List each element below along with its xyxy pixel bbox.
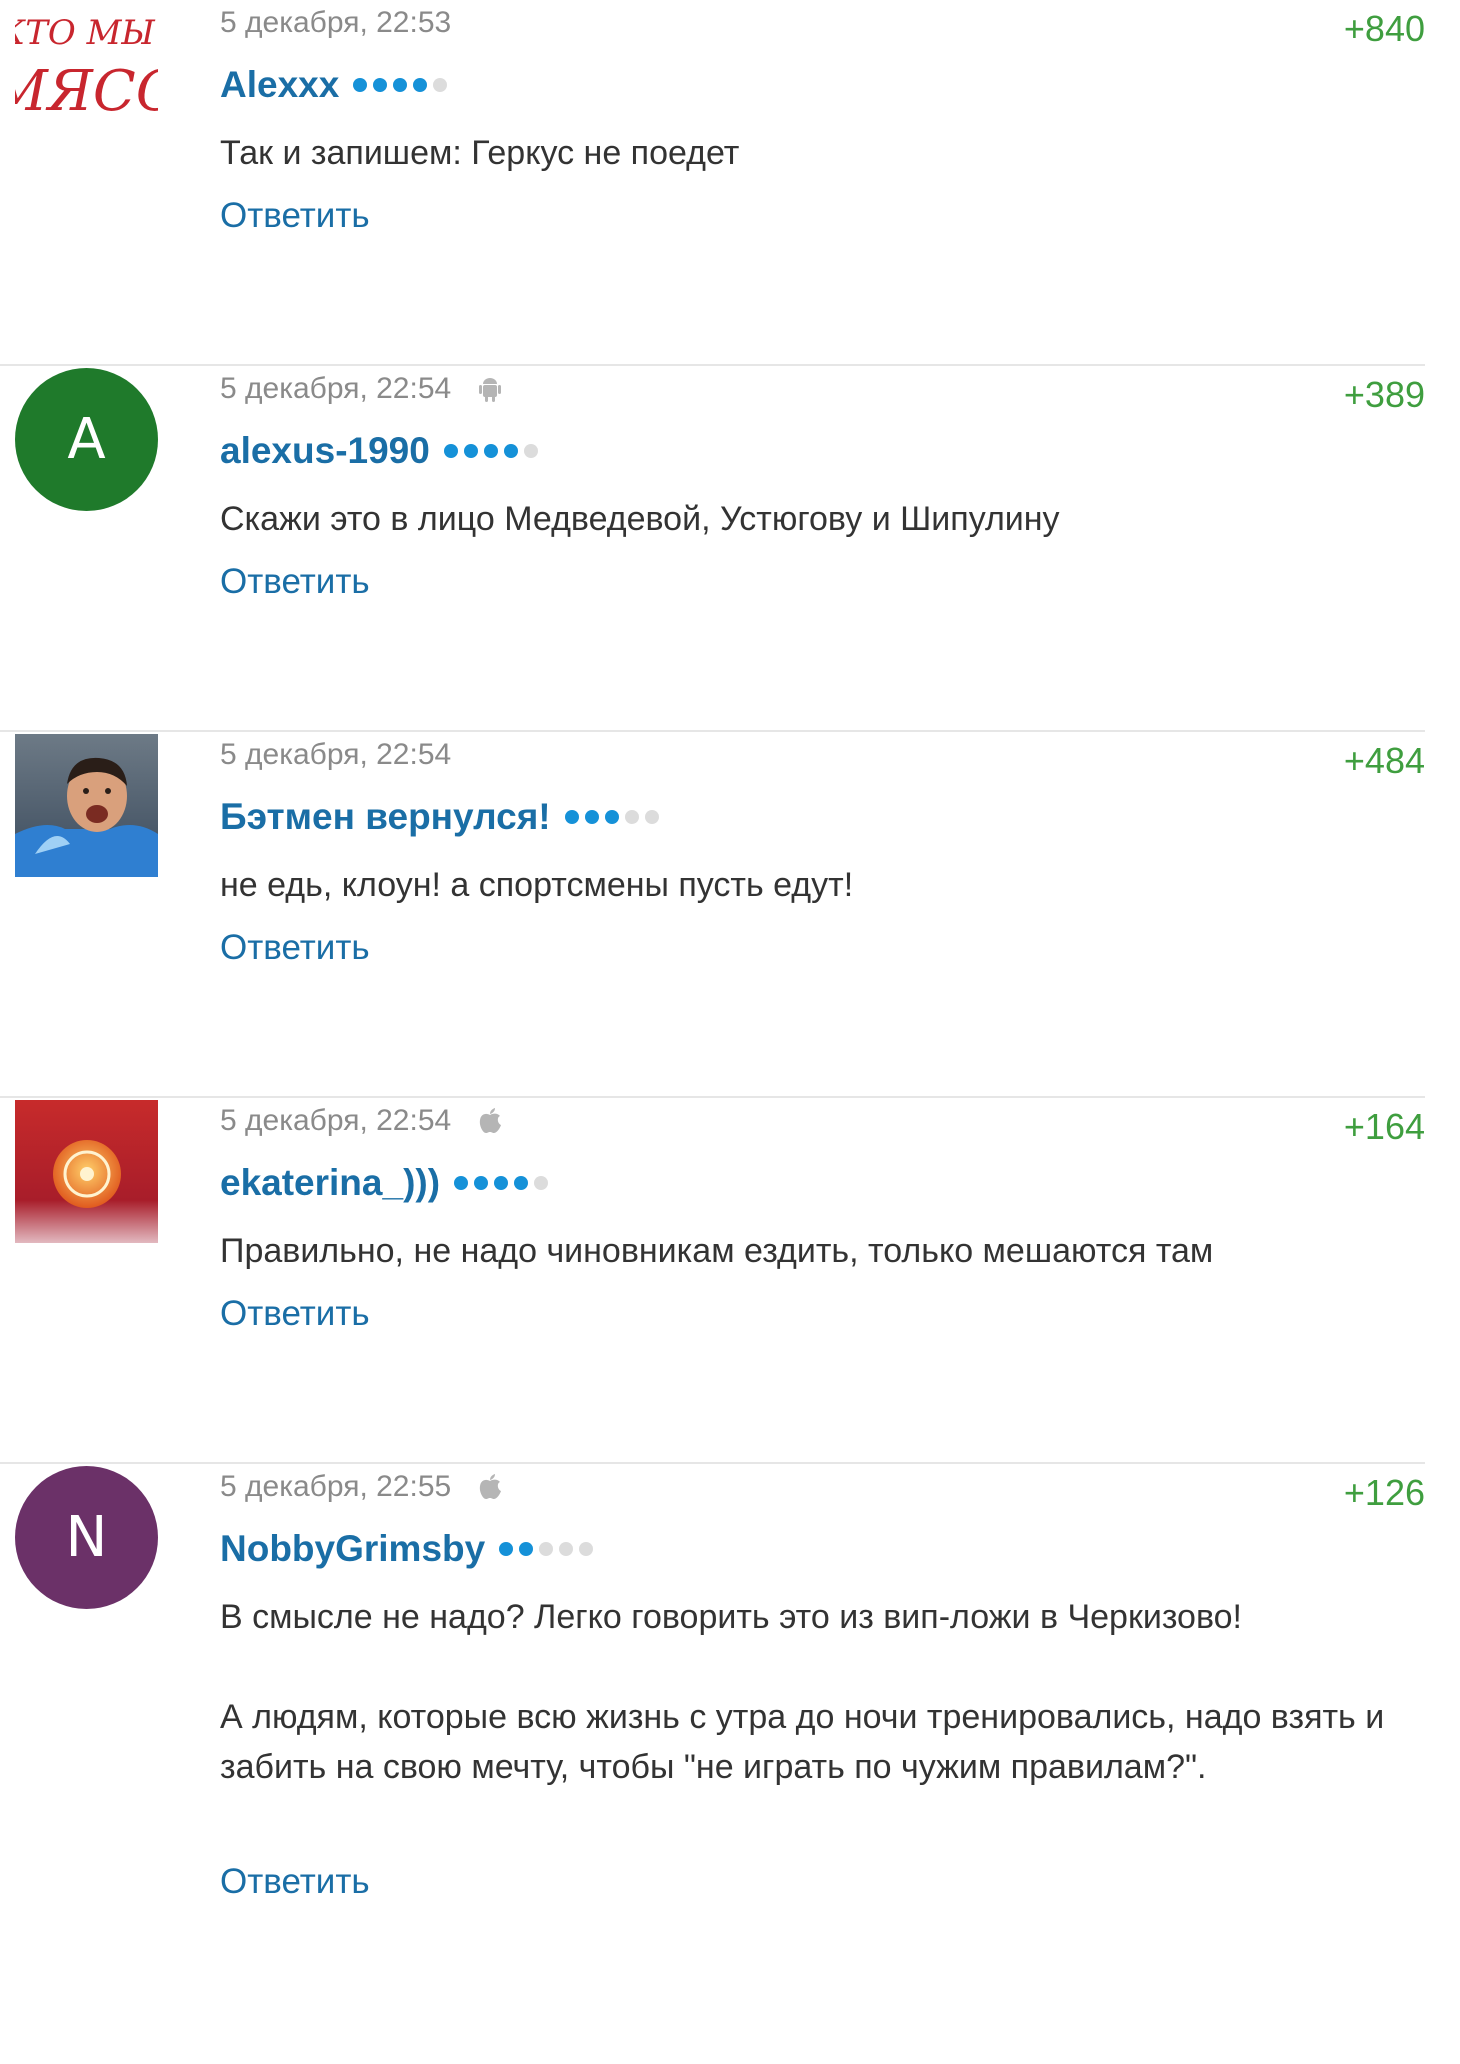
user-row: NobbyGrimsby	[220, 1528, 594, 1570]
comment-item: 5 декабря, 22:54 +484 Бэтмен вернулся! н…	[0, 732, 1425, 1098]
rating-dot	[373, 78, 388, 92]
user-rating	[499, 1542, 594, 1556]
username-link[interactable]: alexus-1990	[220, 430, 430, 472]
avatar[interactable]: N	[15, 1466, 158, 1609]
rating-dot	[483, 444, 498, 458]
reply-link[interactable]: Ответить	[220, 1294, 370, 1334]
rating-dot	[454, 1176, 469, 1190]
rating-dot	[534, 1176, 549, 1190]
rating-dot	[474, 1176, 489, 1190]
rating-dot	[494, 1176, 509, 1190]
kto-my-myaso-avatar: КТО МЫ? МЯСО	[15, 2, 158, 145]
user-row: Alexxx	[220, 64, 448, 106]
rating-dot	[644, 810, 659, 824]
rating-dot	[353, 78, 368, 92]
avatar[interactable]: A	[15, 368, 158, 511]
comment-text: Скажи это в лицо Медведевой, Устюгову и …	[220, 494, 1420, 544]
comment-date: 5 декабря, 22:54	[220, 1104, 452, 1137]
rating-dot	[413, 78, 428, 92]
rating-dot	[433, 78, 448, 92]
user-row: ekaterina_)))	[220, 1162, 549, 1204]
comment-text: не едь, клоун! а спортсмены пусть едут!	[220, 860, 1420, 910]
username-link[interactable]: Alexxx	[220, 64, 339, 106]
rating-dot	[523, 444, 538, 458]
comment-item: A 5 декабря, 22:54 +389 alexus-1990 Скаж…	[0, 366, 1425, 732]
reply-link[interactable]: Ответить	[220, 562, 370, 602]
comment-score: +484	[1343, 740, 1425, 781]
comment-paragraph: В смысле не надо? Легко говорить это из …	[220, 1598, 1242, 1636]
fan-photo-avatar	[15, 734, 158, 877]
comment-score: +389	[1343, 374, 1425, 415]
comment-paragraph: Правильно, не надо чиновникам ездить, то…	[220, 1232, 1214, 1270]
comment-item: N 5 декабря, 22:55 +126 NobbyGrimsby В с…	[0, 1464, 1425, 2064]
rating-dot	[499, 1542, 514, 1556]
comment-date: 5 декабря, 22:53	[220, 6, 452, 39]
comment-meta: 5 декабря, 22:54	[220, 372, 505, 406]
rating-dot	[539, 1542, 554, 1556]
comment-paragraph: не едь, клоун! а спортсмены пусть едут!	[220, 866, 854, 904]
comment-paragraph: Скажи это в лицо Медведевой, Устюгову и …	[220, 500, 1060, 538]
reply-link[interactable]: Ответить	[220, 1862, 370, 1902]
comment-meta: 5 декабря, 22:54	[220, 1104, 505, 1138]
user-rating	[454, 1176, 549, 1190]
user-row: alexus-1990	[220, 430, 538, 472]
avatar-line-2: МЯСО	[15, 59, 158, 124]
rating-dot	[559, 1542, 574, 1556]
apple-icon	[480, 1474, 502, 1499]
username-link[interactable]: ekaterina_)))	[220, 1162, 440, 1204]
avatar[interactable]	[15, 734, 158, 877]
comment-item: КТО МЫ? МЯСО 5 декабря, 22:53 +840 Alexx…	[0, 0, 1425, 366]
apple-icon	[480, 1108, 502, 1133]
rating-dot	[584, 810, 599, 824]
user-row: Бэтмен вернулся!	[220, 796, 659, 838]
comment-meta: 5 декабря, 22:53	[220, 6, 451, 40]
comment-text: Так и запишем: Геркус не поедет	[220, 128, 1420, 178]
rating-dot	[519, 1542, 534, 1556]
comment-paragraph: А людям, которые всю жизнь с утра до ноч…	[220, 1698, 1385, 1786]
comment-date: 5 декабря, 22:55	[220, 1470, 452, 1503]
avatar-letter: N	[65, 1505, 108, 1570]
avatar-letter: A	[67, 407, 106, 472]
rating-dot	[564, 810, 579, 824]
avatar[interactable]	[15, 1100, 158, 1243]
reply-link[interactable]: Ответить	[220, 928, 370, 968]
avatar[interactable]: КТО МЫ? МЯСО	[15, 2, 158, 145]
comment-score: +126	[1343, 1472, 1425, 1513]
avatar-line-1: КТО МЫ?	[15, 13, 158, 53]
rating-dot	[443, 444, 458, 458]
android-icon	[479, 378, 502, 402]
comments-feed: КТО МЫ? МЯСО 5 декабря, 22:53 +840 Alexx…	[0, 0, 1460, 2064]
user-rating	[564, 810, 659, 824]
user-rating	[353, 78, 448, 92]
comment-text: Правильно, не надо чиновникам ездить, то…	[220, 1226, 1420, 1276]
username-link[interactable]: Бэтмен вернулся!	[220, 796, 551, 838]
comment-score: +164	[1343, 1106, 1425, 1147]
comment-date: 5 декабря, 22:54	[220, 738, 452, 771]
rating-dot	[579, 1542, 594, 1556]
rating-dot	[463, 444, 478, 458]
comment-meta: 5 декабря, 22:55	[220, 1470, 505, 1504]
comment-item: 5 декабря, 22:54 +164 ekaterina_))) Прав…	[0, 1098, 1425, 1464]
rating-dot	[604, 810, 619, 824]
comment-meta: 5 декабря, 22:54	[220, 738, 451, 772]
club-crest-avatar	[15, 1100, 158, 1243]
comment-date: 5 декабря, 22:54	[220, 372, 452, 405]
comment-paragraph: Так и запишем: Геркус не поедет	[220, 134, 740, 172]
rating-dot	[514, 1176, 529, 1190]
comment-score: +840	[1343, 8, 1425, 49]
reply-link[interactable]: Ответить	[220, 196, 370, 236]
rating-dot	[503, 444, 518, 458]
user-rating	[443, 444, 538, 458]
comment-text: В смысле не надо? Легко говорить это из …	[220, 1592, 1420, 1792]
rating-dot	[624, 810, 639, 824]
username-link[interactable]: NobbyGrimsby	[220, 1528, 485, 1570]
rating-dot	[393, 78, 408, 92]
